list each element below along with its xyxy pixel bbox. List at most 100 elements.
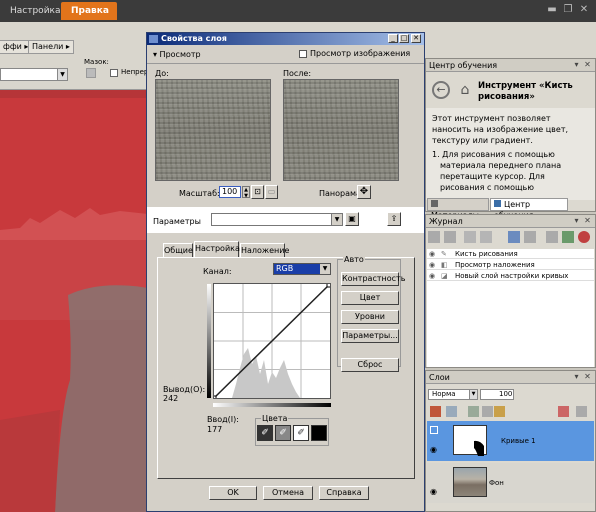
scale-stepper[interactable]: ▲ ▼ (242, 186, 250, 199)
layer-row[interactable]: ◉ Кривые 1 (427, 421, 594, 461)
contrast-button[interactable]: Контрастность (341, 272, 405, 286)
fit-icon[interactable]: ▭ (265, 185, 278, 199)
new-adjustment-icon[interactable] (446, 406, 457, 417)
canvas-image (0, 90, 148, 512)
list-item[interactable]: ◉ ◧ Просмотр наложения (427, 260, 594, 270)
eye-icon[interactable]: ◉ (429, 272, 435, 280)
preset-options-icon[interactable]: ⇪ (387, 212, 401, 226)
preview-image-label: Просмотр изображения (310, 49, 411, 58)
stop-icon[interactable] (578, 231, 590, 243)
app-icon (149, 35, 158, 43)
panel-close-icon[interactable]: ✕ (583, 60, 592, 69)
minimize-button[interactable]: _ (388, 34, 398, 43)
close-button[interactable]: ✕ (578, 4, 590, 16)
list-item[interactable]: ◉ ◪ Новый слой настройки кривых (427, 271, 594, 281)
eye-icon[interactable]: ◉ (429, 250, 435, 258)
panels-menu-button[interactable]: Панели ▸ (28, 40, 74, 54)
output-gradient (207, 284, 211, 398)
save-preset-icon[interactable]: ▣ (345, 212, 359, 226)
panel-options-icon[interactable]: ▾ (572, 372, 581, 381)
tool-step: 1. Для рисования с помощью материала пер… (432, 150, 562, 192)
repeat-icon[interactable] (464, 231, 476, 243)
after-label: После: (283, 69, 312, 78)
lock-icon[interactable] (494, 406, 505, 417)
continuous-checkbox[interactable] (110, 69, 118, 77)
eye-icon[interactable]: ◉ (429, 261, 435, 269)
settings-icon[interactable] (562, 231, 574, 243)
layer-properties-dialog: Свойства слоя _ □ ✕ ▾ Просмотр Просмотр … (146, 32, 425, 512)
reset-button[interactable]: Сброс (341, 358, 399, 372)
params-select[interactable]: ▼ (211, 213, 343, 226)
tab-edit[interactable]: Правка (61, 2, 117, 20)
journal-item-label: Просмотр наложения (455, 261, 535, 269)
auto-label: Авто (343, 255, 365, 264)
scale-input[interactable]: 100 (219, 186, 241, 198)
list-item[interactable]: ◉ ✎ Кисть рисования (427, 249, 594, 259)
tab-general[interactable]: Общие (163, 243, 193, 257)
layers-title: Слои (426, 371, 595, 384)
help-button[interactable]: Справка (319, 486, 369, 500)
zoom-icon[interactable]: ⊡ (251, 185, 264, 199)
output-label: Вывод(О): (163, 385, 206, 394)
layer-style-icon[interactable] (558, 406, 569, 417)
clear-icon[interactable] (546, 231, 558, 243)
back-arrow-icon[interactable]: ← (432, 81, 450, 99)
top-menu-bar: Настройка Правка ▬ ❐ ✕ (0, 0, 596, 22)
redo-icon[interactable] (444, 231, 456, 243)
tab-blending[interactable]: Наложение (240, 243, 289, 257)
blend-mode-select[interactable]: Норма ▼ (428, 389, 478, 400)
minimize-button[interactable]: ▬ (546, 4, 558, 16)
pan-icon[interactable]: ✥ (357, 185, 371, 199)
levels-button[interactable]: Уровни (341, 310, 399, 324)
color-button[interactable]: Цвет (341, 291, 399, 305)
link-icon[interactable] (468, 406, 479, 417)
tab-settings[interactable]: Настройка (0, 2, 61, 20)
delete-layer-icon[interactable] (576, 406, 587, 417)
curves-plot (211, 282, 332, 401)
learning-center-panel: Центр обучения ▾ ✕ ← ⌂ Инструмент «Кисть… (425, 58, 596, 220)
panel-close-icon[interactable]: ✕ (583, 216, 592, 225)
undo-icon[interactable] (428, 231, 440, 243)
trash-icon[interactable] (480, 231, 492, 243)
preview-toggle-button[interactable]: ▾ Просмотр (151, 49, 207, 60)
ok-button[interactable]: OK (209, 486, 257, 500)
curves-thumbnail (474, 440, 484, 456)
mask-icon[interactable] (482, 406, 493, 417)
params-label: Параметры (153, 217, 201, 226)
mask-label: Мазок: (84, 58, 109, 66)
restore-button[interactable]: ❐ (562, 4, 574, 16)
script-icon[interactable] (508, 231, 520, 243)
auto-options-button[interactable]: Параметры... (341, 329, 399, 343)
black-eyedropper-icon[interactable]: ✐ (257, 425, 273, 441)
colors-label: Цвета (261, 414, 289, 423)
scale-label: Масштаб: (179, 189, 220, 198)
panel-close-icon[interactable]: ✕ (583, 372, 592, 381)
cancel-button[interactable]: Отмена (263, 486, 313, 500)
tab-settings[interactable]: Настройка (194, 241, 240, 257)
layer-row[interactable]: ◉ Фон (427, 463, 594, 503)
preview-image-checkbox[interactable] (299, 50, 307, 58)
curves-graph[interactable] (211, 282, 332, 401)
home-icon[interactable]: ⌂ (456, 81, 474, 99)
after-preview-image (283, 79, 399, 181)
gray-eyedropper-icon[interactable]: ✐ (275, 425, 291, 441)
channel-select[interactable]: RGB ▼ (273, 263, 331, 275)
image-canvas[interactable] (0, 90, 148, 512)
tab-materials[interactable]: Материалы (427, 198, 489, 220)
color-swatch[interactable] (311, 425, 327, 441)
divider (147, 63, 424, 64)
new-layer-icon[interactable] (430, 406, 441, 417)
maximize-button[interactable]: □ (399, 34, 409, 43)
history-icon[interactable] (524, 231, 536, 243)
panel-options-icon[interactable]: ▾ (572, 60, 581, 69)
tab-learning-center[interactable]: Центр обучения (490, 198, 568, 220)
panel-options-icon[interactable]: ▾ (572, 216, 581, 225)
eye-icon[interactable]: ◉ (430, 445, 437, 454)
eye-icon[interactable]: ◉ (430, 487, 437, 496)
layers-panel: Слои ▾ ✕ Норма ▼ 100 ◉ Кривые 1 ◉ Фон (425, 370, 596, 512)
tool-option-combo[interactable]: ▼ (0, 68, 68, 81)
close-button[interactable]: ✕ (411, 34, 421, 43)
opacity-input[interactable]: 100 (480, 389, 514, 400)
mask-icon[interactable] (86, 68, 96, 78)
white-eyedropper-icon[interactable]: ✐ (293, 425, 309, 441)
